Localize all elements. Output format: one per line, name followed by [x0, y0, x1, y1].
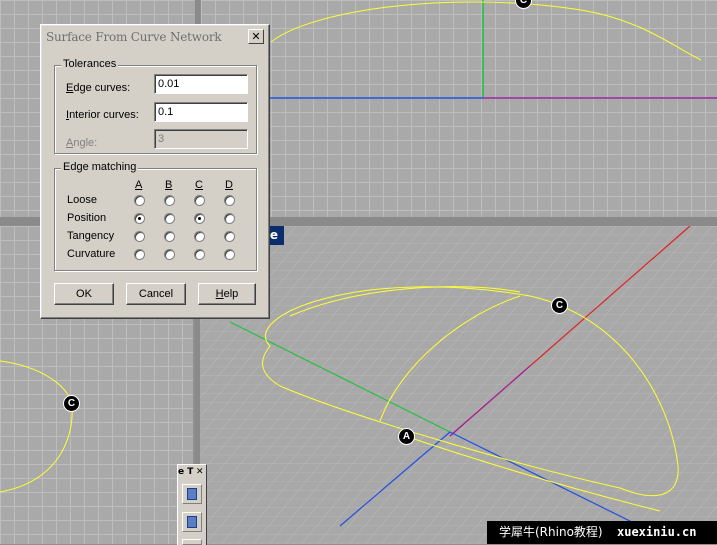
interior-curves-input[interactable]: 0.1: [154, 102, 248, 122]
radio-position-c[interactable]: [194, 213, 205, 224]
curve-top: [270, 1, 702, 61]
edge-curves-label: Edge curves:: [66, 82, 131, 94]
toolbar-header[interactable]: e T ✕: [178, 465, 206, 479]
radio-position-d[interactable]: [224, 213, 235, 224]
interior-curves-label: Interior curves:: [66, 109, 139, 121]
tolerances-group-title: Tolerances: [61, 58, 119, 70]
radio-tangency-c[interactable]: [194, 231, 205, 242]
ok-button[interactable]: OK: [54, 283, 114, 305]
surface-tool-icon: [187, 488, 197, 500]
row-label-tangency: Tangency: [67, 230, 115, 242]
radio-tangency-d[interactable]: [224, 231, 235, 242]
watermark-banner: 学犀牛(Rhino教程) xuexiniu.cn: [487, 521, 717, 544]
curve-marker-c-right: C: [551, 297, 568, 314]
column-header-b: B: [165, 179, 173, 191]
radio-selected-dot: [198, 217, 201, 220]
row-label-curvature: Curvature: [67, 248, 116, 260]
row-label-loose: Loose: [67, 194, 97, 206]
angle-input: 3: [154, 129, 248, 149]
viewport-perspective[interactable]: ve C A: [200, 226, 717, 544]
edge-matching-group: Edge matching A B C D Loose Position Tan…: [54, 161, 257, 271]
radio-curvature-a[interactable]: [134, 249, 145, 260]
radio-curvature-d[interactable]: [224, 249, 235, 260]
dialog-titlebar[interactable]: Surface From Curve Network ✕: [44, 28, 266, 46]
radio-tangency-a[interactable]: [134, 231, 145, 242]
radio-position-a[interactable]: [134, 213, 145, 224]
column-header-d: D: [225, 179, 233, 191]
surface-from-curve-network-dialog: Surface From Curve Network ✕ Tolerances …: [40, 24, 270, 319]
radio-loose-d[interactable]: [224, 195, 235, 206]
watermark-right-text: xuexiniu.cn: [617, 525, 697, 539]
edge-curves-input[interactable]: 0.01: [154, 74, 248, 94]
radio-loose-c[interactable]: [194, 195, 205, 206]
cancel-button[interactable]: Cancel: [126, 283, 186, 305]
help-button[interactable]: Help: [198, 283, 256, 305]
surface-tool-icon: [187, 516, 197, 528]
column-header-a: A: [135, 179, 143, 191]
toolbar-close-icon[interactable]: ✕: [196, 465, 204, 479]
radio-position-b[interactable]: [164, 213, 175, 224]
toolbar-title: e T: [178, 467, 194, 477]
toolbar-button-2[interactable]: [182, 512, 202, 532]
edge-matching-group-title: Edge matching: [61, 161, 139, 173]
radio-loose-a[interactable]: [134, 195, 145, 206]
angle-label: Angle:: [66, 137, 98, 149]
radio-tangency-b[interactable]: [164, 231, 175, 242]
curve-marker-c-left: C: [63, 395, 80, 412]
curve-left: [0, 360, 73, 493]
close-icon[interactable]: ✕: [248, 29, 264, 44]
radio-selected-dot: [138, 217, 141, 220]
dialog-title: Surface From Curve Network: [46, 30, 222, 44]
toolbar-button-1[interactable]: [182, 484, 202, 504]
watermark-left-text: 学犀牛(Rhino教程): [499, 525, 603, 539]
floating-toolbar[interactable]: e T ✕: [177, 464, 207, 545]
column-header-c: C: [195, 179, 203, 191]
radio-curvature-c[interactable]: [194, 249, 205, 260]
radio-curvature-b[interactable]: [164, 249, 175, 260]
tolerances-group: Tolerances Edge curves: 0.01 Interior cu…: [54, 58, 257, 154]
radio-loose-b[interactable]: [164, 195, 175, 206]
row-label-position: Position: [67, 212, 107, 224]
viewport-top-right[interactable]: C: [201, 0, 717, 217]
toolbar-button-3[interactable]: [182, 539, 202, 545]
curve-marker-a: A: [398, 428, 415, 445]
